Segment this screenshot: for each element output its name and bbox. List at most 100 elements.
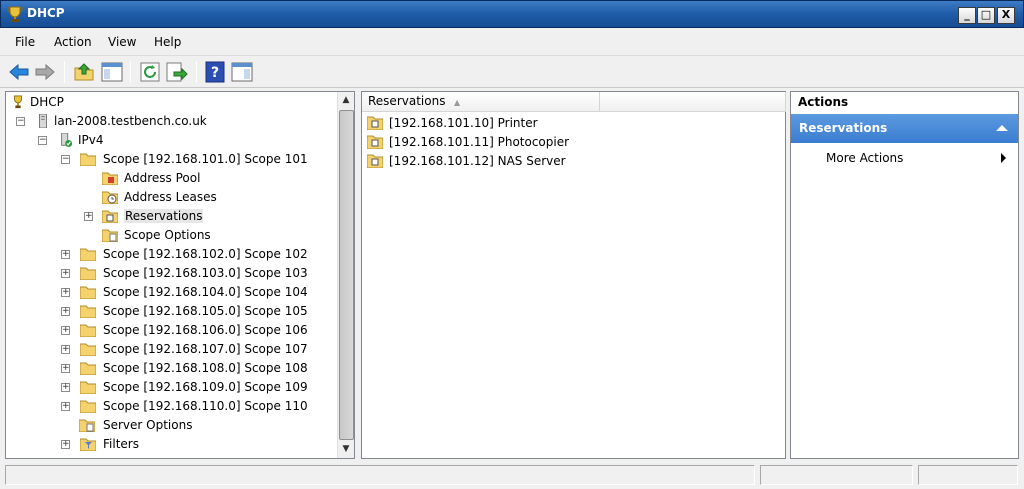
help-icon[interactable]: ? xyxy=(203,60,227,84)
close-button[interactable]: X xyxy=(997,7,1015,24)
list-item-label: [192.168.101.11] Photocopier xyxy=(389,135,570,149)
svg-text:?: ? xyxy=(211,65,219,81)
show-hide-action-pane-icon[interactable] xyxy=(230,60,254,84)
actions-title: Actions xyxy=(798,95,849,109)
column-header-empty[interactable] xyxy=(600,92,786,112)
expand-icon[interactable]: + xyxy=(61,364,70,373)
collapse-icon[interactable]: − xyxy=(16,117,25,126)
console-tree: DHCP − lan-2008.testbench.co.uk − IPv4 −… xyxy=(5,91,355,459)
tree-label: lan-2008.testbench.co.uk xyxy=(54,114,207,128)
refresh-icon[interactable] xyxy=(138,60,162,84)
tree-label: Scope [192.168.105.0] Scope 105 xyxy=(103,304,308,318)
status-cell-3 xyxy=(918,465,1018,485)
tree-label: Reservations xyxy=(124,209,204,223)
submenu-arrow-icon xyxy=(1001,153,1006,163)
reservation-icon xyxy=(367,154,383,168)
tree-label: Scope [192.168.101.0] Scope 101 xyxy=(103,152,308,166)
folder-icon xyxy=(80,400,96,413)
list-item-label: [192.168.101.12] NAS Server xyxy=(389,154,566,168)
collapse-icon[interactable]: − xyxy=(61,155,70,164)
tree-label: Scope [192.168.102.0] Scope 102 xyxy=(103,247,308,261)
folder-icon xyxy=(80,362,96,375)
list-header: Reservations ▲ xyxy=(362,92,786,112)
forward-arrow-icon[interactable] xyxy=(33,60,57,84)
collapse-icon[interactable]: − xyxy=(38,136,47,145)
expand-icon[interactable]: + xyxy=(61,440,70,449)
column-label: Reservations xyxy=(368,94,446,108)
tree-label: Scope [192.168.103.0] Scope 103 xyxy=(103,266,308,280)
tree-label: Address Pool xyxy=(124,171,201,185)
expand-icon[interactable]: + xyxy=(84,212,93,221)
more-actions-link[interactable]: More Actions xyxy=(826,151,903,165)
sort-ascending-icon: ▲ xyxy=(454,98,461,107)
column-header-reservations[interactable]: Reservations ▲ xyxy=(362,92,600,112)
back-arrow-icon[interactable] xyxy=(7,60,31,84)
server-options-folder-icon xyxy=(79,419,95,432)
menu-bar: File Action View Help xyxy=(0,28,1024,56)
scroll-up-icon[interactable]: ▲ xyxy=(338,92,354,109)
export-list-icon[interactable] xyxy=(164,60,188,84)
menu-action[interactable]: Action xyxy=(54,35,92,49)
scroll-down-icon[interactable]: ▼ xyxy=(338,441,354,458)
collapse-up-icon[interactable] xyxy=(996,125,1008,131)
title-bar: DHCP _ □ X xyxy=(0,0,1024,28)
show-hide-tree-icon[interactable] xyxy=(100,60,124,84)
expand-icon[interactable]: + xyxy=(61,250,70,259)
tree-label: Address Leases xyxy=(124,190,217,204)
expand-icon[interactable]: + xyxy=(61,269,70,278)
dhcp-trophy-icon xyxy=(7,6,23,22)
tree-label: Scope [192.168.110.0] Scope 110 xyxy=(103,399,308,413)
actions-section-label: Reservations xyxy=(799,121,888,135)
toolbar: ? xyxy=(0,57,1024,88)
address-leases-folder-icon xyxy=(102,191,118,204)
window-title: DHCP xyxy=(27,6,65,20)
server-icon xyxy=(39,114,47,128)
folder-icon xyxy=(80,305,96,318)
status-cell-2 xyxy=(760,465,913,485)
minimize-button[interactable]: _ xyxy=(958,7,976,24)
folder-icon xyxy=(80,324,96,337)
tree-label: Filters xyxy=(103,437,139,451)
results-pane: Reservations ▲ [192.168.101.10] Printer … xyxy=(361,91,786,459)
menu-help[interactable]: Help xyxy=(154,35,181,49)
folder-icon xyxy=(80,381,96,394)
tree-label: Scope [192.168.107.0] Scope 107 xyxy=(103,342,308,356)
list-item-label: [192.168.101.10] Printer xyxy=(389,116,538,130)
scope-options-folder-icon xyxy=(102,229,118,242)
dhcp-trophy-icon xyxy=(14,95,22,109)
actions-pane: Actions Reservations More Actions xyxy=(790,91,1019,459)
tree-label: Scope [192.168.109.0] Scope 109 xyxy=(103,380,308,394)
menu-view[interactable]: View xyxy=(108,35,136,49)
menu-file[interactable]: File xyxy=(15,35,35,49)
reservation-icon xyxy=(367,135,383,149)
maximize-button[interactable]: □ xyxy=(977,7,995,24)
reservations-folder-icon xyxy=(102,210,118,223)
tree-label: DHCP xyxy=(30,95,64,109)
folder-icon xyxy=(80,267,96,280)
filter-folder-icon xyxy=(80,438,96,451)
folder-icon xyxy=(80,248,96,261)
tree-scrollbar[interactable]: ▲ ▼ xyxy=(337,92,354,458)
expand-icon[interactable]: + xyxy=(61,326,70,335)
expand-icon[interactable]: + xyxy=(61,402,70,411)
expand-icon[interactable]: + xyxy=(61,383,70,392)
tree-label: Server Options xyxy=(103,418,193,432)
up-folder-icon[interactable] xyxy=(72,60,96,84)
tree-label: Scope [192.168.106.0] Scope 106 xyxy=(103,323,308,337)
status-cell-main xyxy=(5,465,755,485)
tree-label: Scope [192.168.104.0] Scope 104 xyxy=(103,285,308,299)
status-bar xyxy=(0,462,1024,489)
address-pool-folder-icon xyxy=(102,172,118,185)
folder-icon xyxy=(80,153,96,166)
folder-icon xyxy=(80,286,96,299)
expand-icon[interactable]: + xyxy=(61,345,70,354)
actions-section-header[interactable]: Reservations xyxy=(791,114,1018,143)
tree-label: Scope [192.168.108.0] Scope 108 xyxy=(103,361,308,375)
expand-icon[interactable]: + xyxy=(61,288,70,297)
tree-label: IPv4 xyxy=(78,133,104,147)
folder-icon xyxy=(80,343,96,356)
expand-icon[interactable]: + xyxy=(61,307,70,316)
reservation-icon xyxy=(367,116,383,130)
scroll-thumb[interactable] xyxy=(339,110,354,440)
ipv4-server-icon xyxy=(61,133,73,147)
